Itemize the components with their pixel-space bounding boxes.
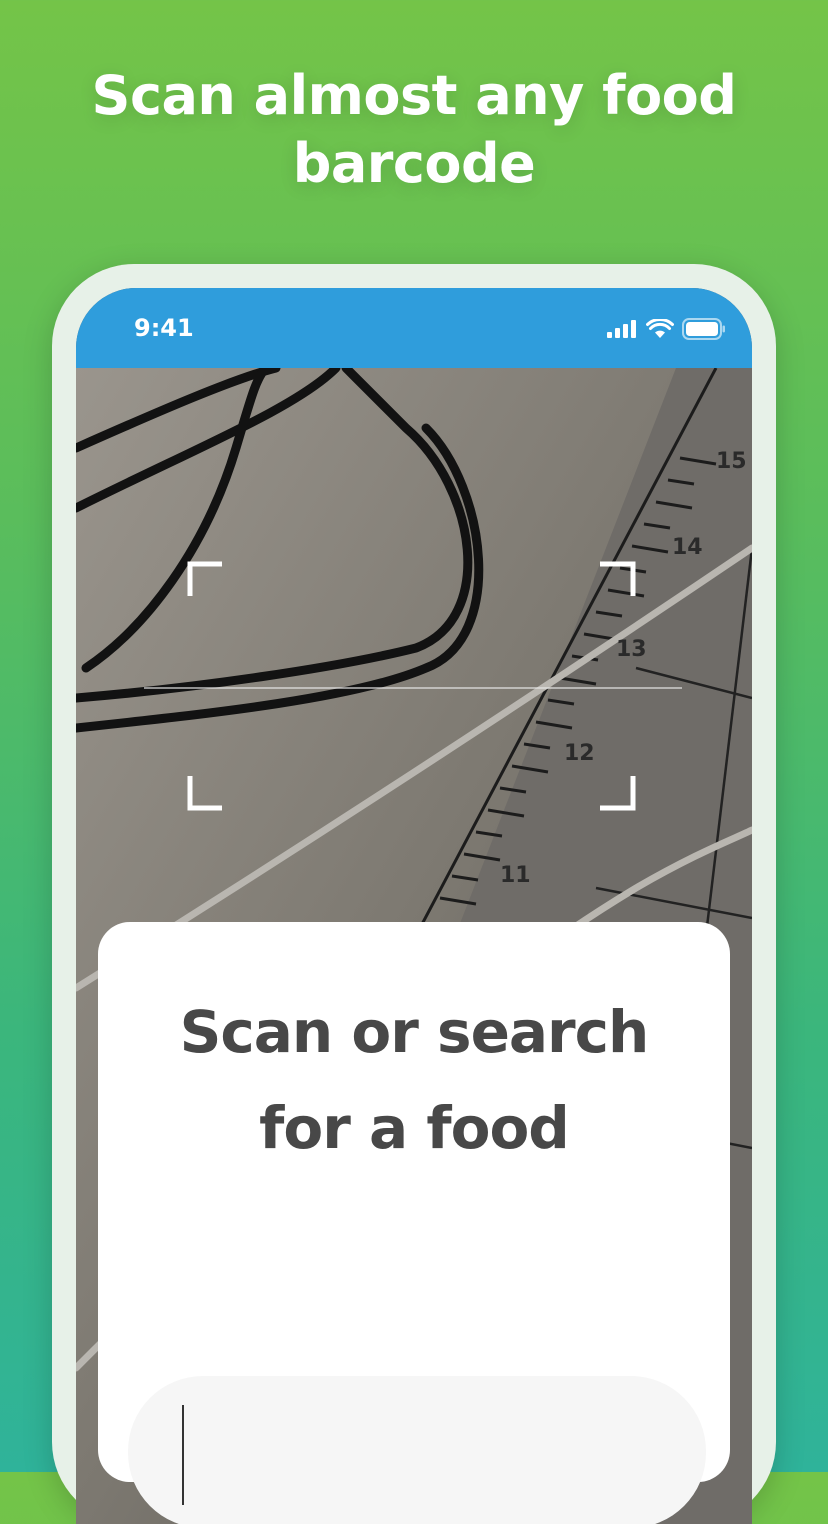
- svg-text:13: 13: [616, 637, 647, 662]
- page-headline: Scan almost any food barcode: [0, 62, 828, 198]
- headline-line-2: barcode: [292, 132, 536, 195]
- battery-icon: [682, 318, 725, 340]
- svg-text:15: 15: [716, 449, 747, 474]
- svg-text:12: 12: [564, 741, 595, 766]
- phone-screen: 9:41 15 14 13 12 11 Scan or search for a…: [76, 288, 752, 1524]
- status-icons: [606, 318, 726, 340]
- card-title: Scan or search for a food: [98, 984, 730, 1176]
- food-search-input[interactable]: [128, 1376, 706, 1524]
- phone-frame: 9:41 15 14 13 12 11 Scan or search for a…: [52, 264, 776, 1524]
- status-bar: 9:41: [76, 288, 752, 368]
- card-title-line-2: for a food: [259, 1094, 570, 1162]
- cellular-signal-icon: [607, 320, 636, 338]
- search-card: Scan or search for a food: [98, 922, 730, 1524]
- text-cursor: [182, 1405, 184, 1505]
- svg-text:14: 14: [672, 535, 703, 560]
- wifi-icon: [646, 319, 674, 338]
- card-title-line-1: Scan or search: [179, 998, 650, 1066]
- svg-text:11: 11: [500, 863, 531, 888]
- headline-line-1: Scan almost any food: [91, 64, 737, 127]
- status-time: 9:41: [134, 314, 194, 342]
